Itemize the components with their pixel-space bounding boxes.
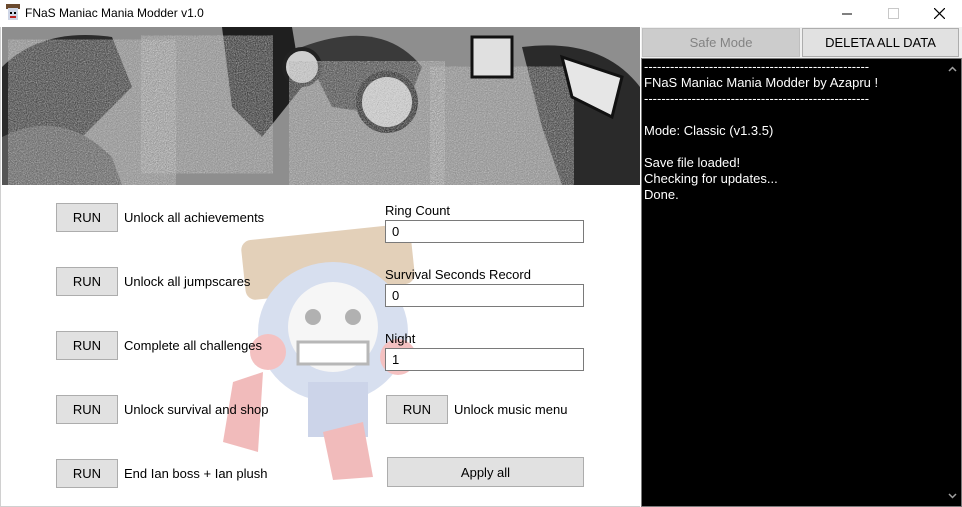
survival-record-input[interactable] [385, 284, 584, 307]
delete-all-data-button[interactable]: DELETA ALL DATA [802, 28, 959, 57]
console-output[interactable]: ----------------------------------------… [641, 58, 962, 507]
ian-boss-label: End Ian boss + Ian plush [124, 466, 268, 481]
music-menu-label: Unlock music menu [454, 402, 568, 417]
apply-all-button[interactable]: Apply all [387, 457, 584, 487]
minimize-button[interactable] [824, 0, 870, 27]
night-label: Night [385, 331, 416, 346]
run-jumpscares-button[interactable]: RUN [56, 267, 118, 296]
run-ian-boss-button[interactable]: RUN [56, 459, 118, 488]
survival-shop-label: Unlock survival and shop [124, 402, 269, 417]
console-line: FNaS Maniac Mania Modder by Azapru ! [644, 75, 879, 90]
console-line: ----------------------------------------… [644, 59, 870, 74]
title-bar: FNaS Maniac Mania Modder v1.0 [0, 0, 962, 27]
close-button[interactable] [916, 0, 962, 27]
safe-mode-button[interactable]: Safe Mode [642, 28, 800, 57]
console-line: Done. [644, 187, 679, 202]
main-panel: RUN Unlock all achievements RUN Unlock a… [0, 27, 640, 507]
scroll-up-icon[interactable] [948, 65, 957, 74]
maximize-icon [887, 8, 899, 19]
console-line: Mode: Classic (v1.3.5) [644, 123, 774, 138]
scroll-down-icon[interactable] [948, 491, 957, 500]
ring-count-label: Ring Count [385, 203, 451, 218]
run-achievements-button[interactable]: RUN [56, 203, 118, 232]
console-log: ----------------------------------------… [644, 59, 944, 203]
console-line: ----------------------------------------… [644, 91, 870, 106]
console-line: Checking for updates... [644, 171, 778, 186]
jumpscares-label: Unlock all jumpscares [124, 274, 251, 289]
night-input[interactable] [385, 348, 584, 371]
console-scrollbar[interactable] [944, 59, 961, 506]
challenges-label: Complete all challenges [124, 338, 263, 353]
survival-record-label: Survival Seconds Record [385, 267, 531, 282]
app-icon [6, 4, 20, 20]
window-title: FNaS Maniac Mania Modder v1.0 [25, 6, 204, 20]
achievements-label: Unlock all achievements [124, 210, 265, 225]
minimize-icon [842, 13, 852, 14]
banner-image [2, 27, 640, 185]
run-challenges-button[interactable]: RUN [56, 331, 118, 360]
run-music-menu-button[interactable]: RUN [386, 395, 448, 424]
run-survival-shop-button[interactable]: RUN [56, 395, 118, 424]
ring-count-input[interactable] [385, 220, 584, 243]
close-icon [933, 8, 945, 19]
console-line: Save file loaded! [644, 155, 741, 170]
maximize-button[interactable] [870, 0, 916, 27]
